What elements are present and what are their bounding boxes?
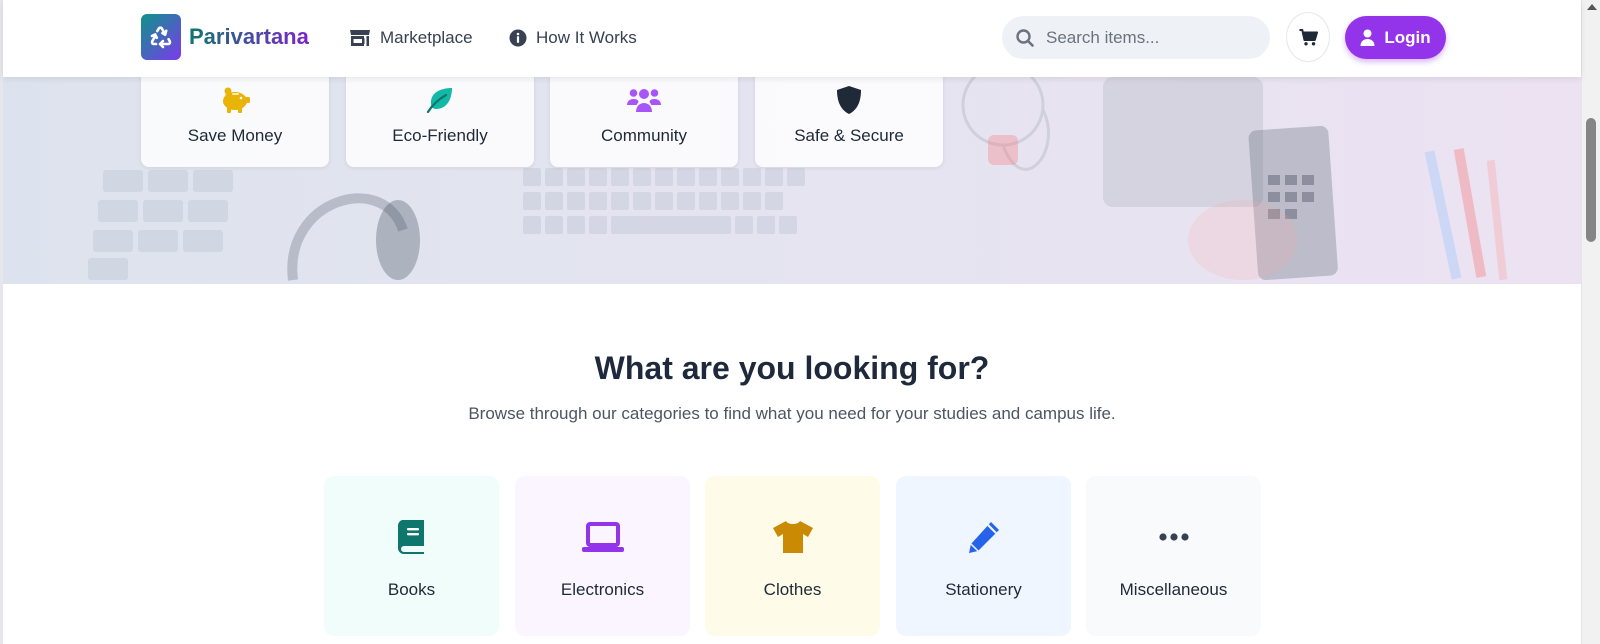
category-label: Stationery — [945, 580, 1022, 599]
pencil-icon — [968, 522, 999, 553]
leaf-icon — [426, 88, 452, 113]
brand-name[interactable]: Parivartana — [189, 24, 309, 50]
categories-subtitle: Browse through our categories to find wh… — [468, 404, 1116, 423]
feature-card-safe-secure: Safe & Secure — [755, 74, 943, 167]
page-left-border — [0, 0, 3, 644]
feature-label: Save Money — [187, 126, 283, 145]
nav-marketplace-label: Marketplace — [380, 28, 473, 47]
laptop-icon — [581, 522, 624, 552]
category-card-clothes[interactable]: Clothes — [705, 476, 880, 636]
scroll-up-arrow-icon[interactable] — [1587, 4, 1597, 10]
nav-how-it-works[interactable]: How It Works — [509, 26, 637, 50]
feature-card-community: Community — [550, 74, 738, 167]
piggy-bank-icon — [223, 87, 250, 113]
search-input[interactable] — [1046, 27, 1256, 48]
recycle-logo-icon[interactable] — [141, 14, 181, 60]
login-button[interactable]: Login — [1345, 16, 1446, 59]
category-card-electronics[interactable]: Electronics — [515, 476, 690, 636]
feature-card-eco-friendly: Eco-Friendly — [346, 74, 534, 167]
search-icon — [1016, 28, 1034, 47]
users-icon — [627, 89, 661, 112]
shield-icon — [837, 86, 861, 114]
categories-title: What are you looking for? — [594, 350, 990, 386]
ellipsis-icon — [1158, 533, 1189, 541]
store-icon — [350, 30, 370, 46]
info-circle-icon — [509, 29, 527, 47]
category-label: Books — [387, 580, 436, 599]
feature-label: Eco-Friendly — [392, 126, 488, 145]
category-label: Clothes — [763, 580, 822, 599]
nav-marketplace[interactable]: Marketplace — [349, 26, 473, 50]
category-card-miscellaneous[interactable]: Miscellaneous — [1086, 476, 1261, 636]
nav-how-it-works-label: How It Works — [536, 28, 637, 47]
book-icon — [397, 520, 424, 554]
feature-card-save-money: Save Money — [141, 74, 329, 167]
top-navbar: Parivartana Marketplace How It Works Sea… — [3, 0, 1581, 77]
shirt-icon — [772, 521, 813, 553]
vertical-scrollbar[interactable] — [1581, 0, 1600, 644]
scrollbar-thumb[interactable] — [1586, 118, 1596, 242]
category-card-stationery[interactable]: Stationery — [896, 476, 1071, 636]
category-card-books[interactable]: Books — [324, 476, 499, 636]
login-label: Login — [1384, 27, 1431, 47]
category-label: Miscellaneous — [1119, 580, 1228, 599]
search-bar — [1002, 16, 1270, 59]
category-label: Electronics — [560, 580, 645, 599]
cart-icon — [1299, 28, 1318, 45]
cart-button[interactable] — [1286, 12, 1330, 62]
feature-label: Safe & Secure — [794, 126, 904, 145]
user-icon — [1360, 29, 1375, 46]
feature-label: Community — [601, 126, 687, 145]
